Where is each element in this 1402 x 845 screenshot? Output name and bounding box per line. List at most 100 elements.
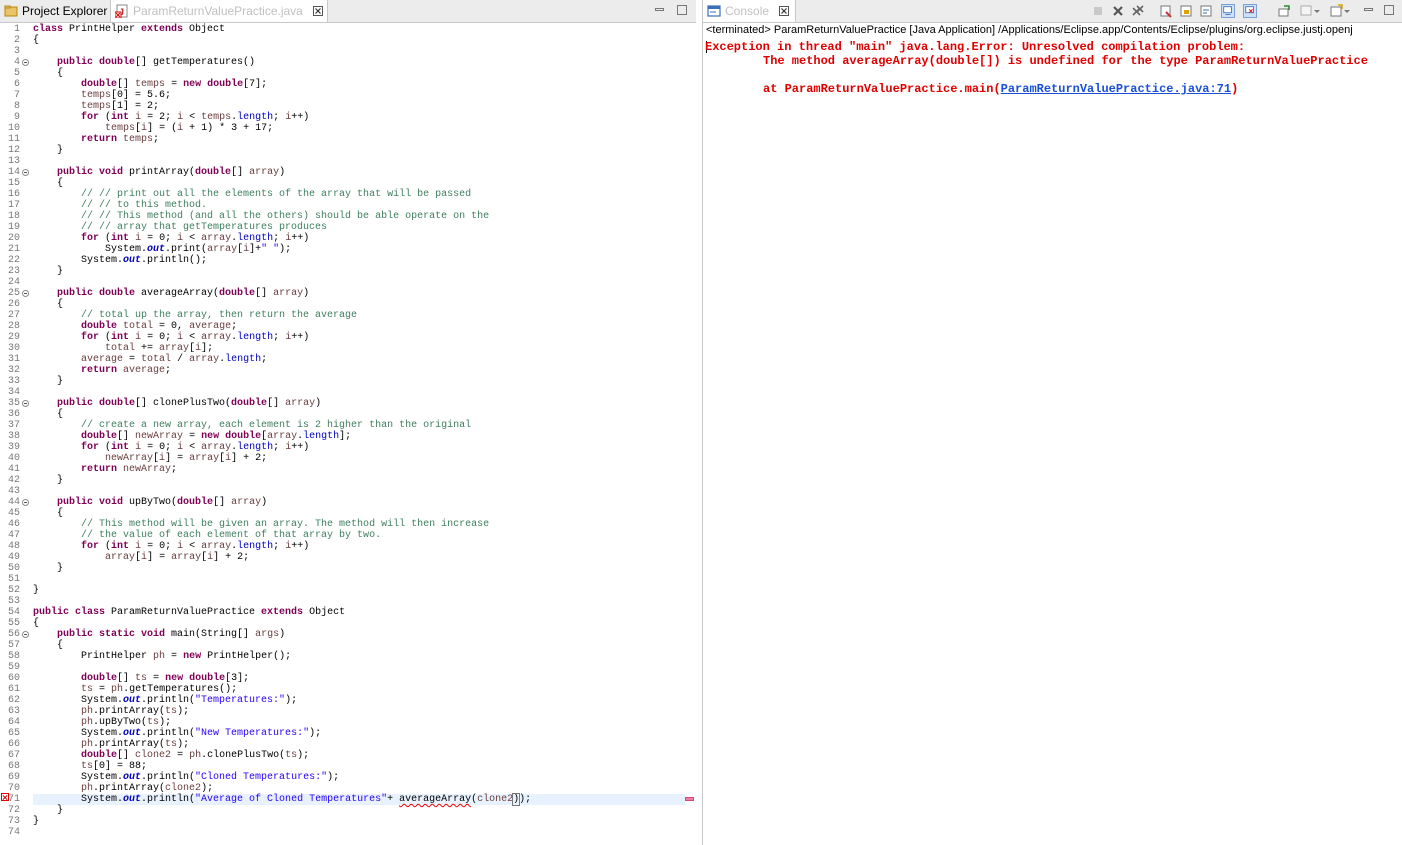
stack-trace-link[interactable]: ParamReturnValuePractice.java:71 [1001, 82, 1231, 96]
scroll-lock-icon[interactable] [1179, 4, 1193, 18]
display-selected-console-icon[interactable] [1299, 4, 1313, 18]
code-line[interactable]: temps[1] = 2; [33, 101, 159, 112]
code-line[interactable]: public static void main(String[] args) [33, 629, 285, 640]
code-line[interactable]: System.out.println("Cloned Temperatures:… [33, 772, 339, 783]
code-line[interactable]: // // This method (and all the others) s… [33, 211, 489, 222]
close-icon[interactable] [312, 6, 323, 16]
code-line[interactable]: } [33, 475, 63, 486]
code-line[interactable]: return temps; [33, 134, 159, 145]
code-line[interactable]: // This method will be given an array. T… [33, 519, 489, 530]
clear-console-icon[interactable] [1159, 4, 1173, 18]
code-line[interactable]: public double[] getTemperatures() [33, 57, 255, 68]
remove-all-terminated-icon[interactable] [1131, 4, 1145, 18]
pin-console-icon[interactable] [1277, 4, 1291, 18]
code-line[interactable]: return average; [33, 365, 171, 376]
code-line[interactable]: public class ParamReturnValuePractice ex… [33, 607, 345, 618]
overview-ruler-error-mark[interactable] [685, 797, 694, 801]
code-line[interactable]: } [33, 563, 63, 574]
code-line[interactable]: double[] newArray = new double[array.len… [33, 431, 351, 442]
show-console-on-output-icon[interactable] [1221, 4, 1235, 18]
code-line[interactable]: // // to this method. [33, 200, 207, 211]
tab-editor-file[interactable]: J ParamReturnValuePractice.java [110, 0, 328, 22]
fold-toggle-icon[interactable] [22, 631, 29, 638]
code-line[interactable]: public void upByTwo(double[] array) [33, 497, 267, 508]
code-line[interactable]: public double averageArray(double[] arra… [33, 288, 309, 299]
code-line[interactable]: } [33, 266, 63, 277]
code-line[interactable]: PrintHelper ph = new PrintHelper(); [33, 651, 291, 662]
code-line[interactable]: { [33, 178, 63, 189]
code-line[interactable]: { [33, 35, 39, 46]
fold-toggle-icon[interactable] [22, 169, 29, 176]
show-console-on-error-icon[interactable] [1243, 4, 1257, 18]
code-line[interactable]: // // print out all the elements of the … [33, 189, 471, 200]
code-line[interactable]: } [33, 816, 39, 827]
minimize-icon[interactable] [1363, 4, 1375, 16]
chevron-down-icon[interactable] [1313, 4, 1321, 18]
code-line[interactable]: ph.upByTwo(ts); [33, 717, 171, 728]
tab-project-explorer[interactable]: Project Explorer [0, 0, 110, 22]
close-icon[interactable] [779, 6, 790, 16]
code-line[interactable]: ph.printArray(ts); [33, 739, 189, 750]
code-line[interactable]: ph.printArray(clone2); [33, 783, 213, 794]
code-line[interactable]: return newArray; [33, 464, 177, 475]
code-line[interactable]: double[] clone2 = ph.clonePlusTwo(ts); [33, 750, 309, 761]
code-line[interactable]: System.out.println("Temperatures:"); [33, 695, 297, 706]
line-number: 69 [7, 772, 20, 783]
code-line[interactable]: // // array that getTemperatures produce… [33, 222, 327, 233]
code-line[interactable]: { [33, 508, 63, 519]
code-line[interactable]: temps[i] = (i + 1) * 3 + 17; [33, 123, 273, 134]
code-line[interactable]: for (int i = 0; i < array.length; i++) [33, 442, 309, 453]
code-line[interactable]: for (int i = 0; i < array.length; i++) [33, 332, 309, 343]
code-line[interactable]: } [33, 376, 63, 387]
remove-launch-icon[interactable] [1111, 4, 1125, 18]
code-line[interactable]: double total = 0, average; [33, 321, 237, 332]
maximize-icon[interactable] [1383, 4, 1395, 16]
code-line[interactable]: // create a new array, each element is 2… [33, 420, 471, 431]
code-line[interactable]: System.out.println(); [33, 255, 207, 266]
code-line[interactable]: for (int i = 2; i < temps.length; i++) [33, 112, 309, 123]
code-token: = 0; [141, 332, 178, 343]
code-line[interactable]: } [33, 585, 39, 596]
error-marker-icon[interactable] [1, 793, 9, 801]
code-area[interactable]: class PrintHelper extends Object{ public… [33, 22, 685, 845]
code-line[interactable]: System.out.print(array[i]+" "); [33, 244, 291, 255]
code-line[interactable]: { [33, 409, 63, 420]
chevron-down-icon[interactable] [1343, 4, 1351, 18]
fold-toggle-icon[interactable] [22, 59, 29, 66]
code-line[interactable]: } [33, 805, 63, 816]
code-line[interactable]: for (int i = 0; i < array.length; i++) [33, 233, 309, 244]
code-line[interactable]: public double[] clonePlusTwo(double[] ar… [33, 398, 321, 409]
code-editor[interactable]: 1 2 3 4 5 6 7 8 9 10 11 12 13 14 15 16 17 18 19 20 21 22 23 24 2… [0, 22, 696, 845]
code-line[interactable]: } [33, 145, 63, 156]
word-wrap-icon[interactable] [1199, 4, 1213, 18]
code-line[interactable]: ph.printArray(ts); [33, 706, 189, 717]
code-line[interactable]: temps[0] = 5.6; [33, 90, 171, 101]
open-console-icon[interactable] [1329, 4, 1343, 18]
code-line[interactable]: average = total / array.length; [33, 354, 267, 365]
code-line[interactable]: array[i] = array[i] + 2; [33, 552, 249, 563]
fold-toggle-icon[interactable] [22, 290, 29, 297]
code-line[interactable]: { [33, 299, 63, 310]
code-line[interactable]: total += array[i]; [33, 343, 213, 354]
code-line[interactable]: { [33, 68, 63, 79]
code-line[interactable]: public void printArray(double[] array) [33, 167, 285, 178]
code-line[interactable]: class PrintHelper extends Object [33, 24, 225, 35]
maximize-icon[interactable] [676, 4, 688, 16]
code-line[interactable]: newArray[i] = array[i] + 2; [33, 453, 267, 464]
code-line[interactable]: { [33, 640, 63, 651]
code-line[interactable]: System.out.println("Average of Cloned Te… [33, 793, 685, 806]
code-line[interactable]: double[] temps = new double[7]; [33, 79, 267, 90]
code-line[interactable]: double[] ts = new double[3]; [33, 673, 249, 684]
terminate-icon[interactable] [1091, 4, 1105, 18]
code-line[interactable]: ts = ph.getTemperatures(); [33, 684, 237, 695]
code-line[interactable]: // total up the array, then return the a… [33, 310, 357, 321]
code-line[interactable]: for (int i = 0; i < array.length; i++) [33, 541, 309, 552]
fold-toggle-icon[interactable] [22, 499, 29, 506]
fold-toggle-icon[interactable] [22, 400, 29, 407]
code-line[interactable]: System.out.println("New Temperatures:"); [33, 728, 321, 739]
code-line[interactable]: { [33, 618, 39, 629]
code-line[interactable]: ts[0] = 88; [33, 761, 147, 772]
code-line[interactable]: // the value of each element of that arr… [33, 530, 381, 541]
minimize-icon[interactable] [654, 4, 666, 16]
tab-console[interactable]: Console [703, 0, 796, 22]
